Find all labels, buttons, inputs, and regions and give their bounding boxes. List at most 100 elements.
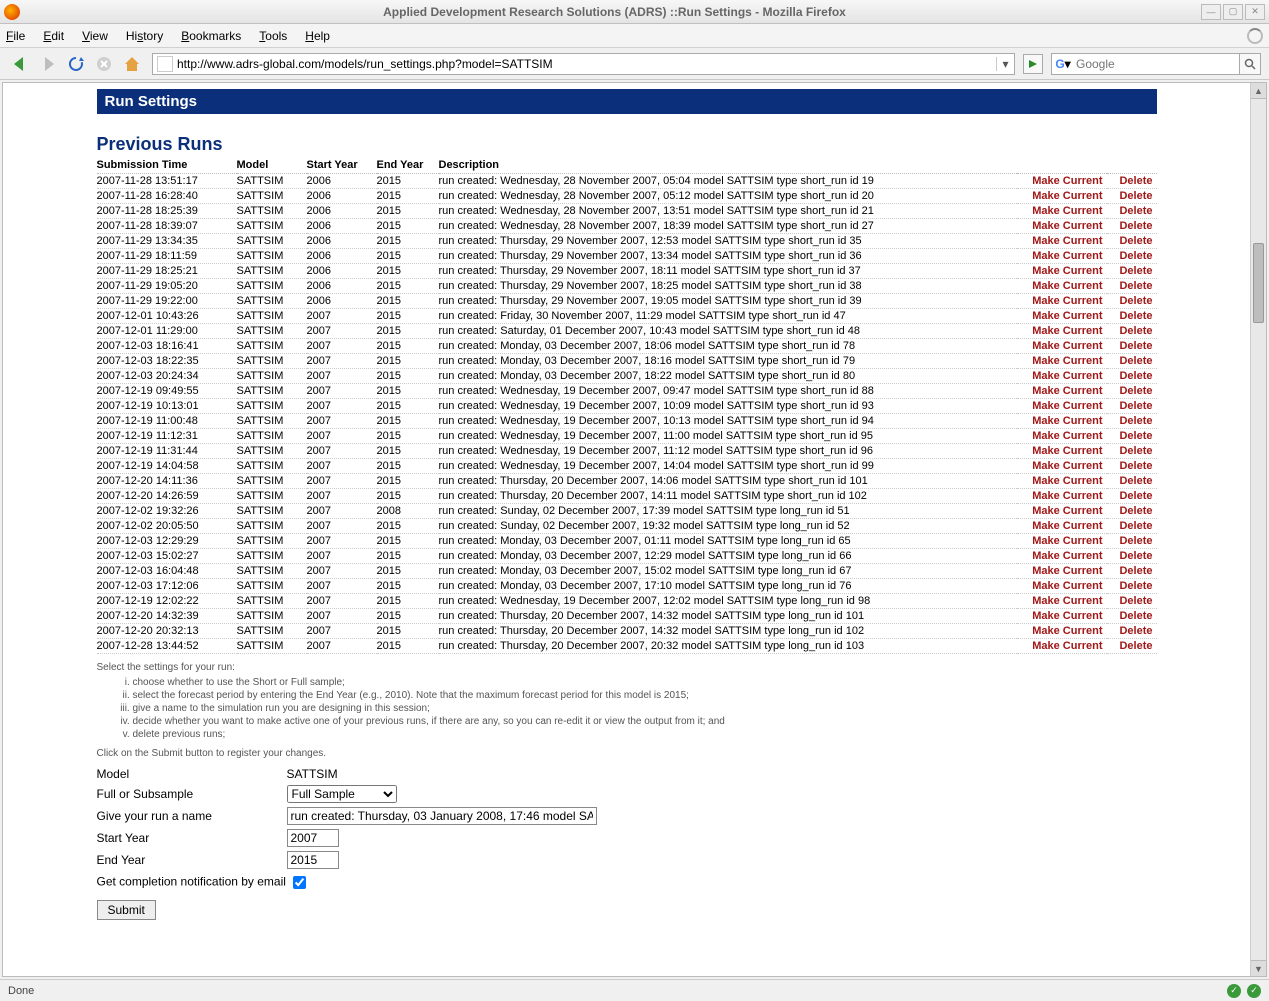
delete-link[interactable]: Delete xyxy=(1107,204,1157,219)
submit-button[interactable]: Submit xyxy=(97,900,156,920)
cell-model: SATTSIM xyxy=(237,189,307,204)
delete-link[interactable]: Delete xyxy=(1107,324,1157,339)
make-current-link[interactable]: Make Current xyxy=(1017,504,1107,519)
delete-link[interactable]: Delete xyxy=(1107,579,1157,594)
scroll-thumb[interactable] xyxy=(1253,243,1264,323)
cell-submission: 2007-12-19 09:49:55 xyxy=(97,384,237,399)
make-current-link[interactable]: Make Current xyxy=(1017,414,1107,429)
delete-link[interactable]: Delete xyxy=(1107,489,1157,504)
delete-link[interactable]: Delete xyxy=(1107,369,1157,384)
delete-link[interactable]: Delete xyxy=(1107,249,1157,264)
delete-link[interactable]: Delete xyxy=(1107,534,1157,549)
make-current-link[interactable]: Make Current xyxy=(1017,309,1107,324)
close-button[interactable]: ✕ xyxy=(1245,4,1265,20)
go-button[interactable] xyxy=(1023,54,1043,74)
delete-link[interactable]: Delete xyxy=(1107,309,1157,324)
menu-bookmarks[interactable]: Bookmarks xyxy=(181,29,241,43)
delete-link[interactable]: Delete xyxy=(1107,174,1157,189)
delete-link[interactable]: Delete xyxy=(1107,519,1157,534)
make-current-link[interactable]: Make Current xyxy=(1017,384,1107,399)
vertical-scrollbar[interactable]: ▲ ▼ xyxy=(1250,83,1266,976)
make-current-link[interactable]: Make Current xyxy=(1017,459,1107,474)
make-current-link[interactable]: Make Current xyxy=(1017,189,1107,204)
url-dropdown-button[interactable]: ▾ xyxy=(996,57,1014,71)
make-current-link[interactable]: Make Current xyxy=(1017,399,1107,414)
make-current-link[interactable]: Make Current xyxy=(1017,444,1107,459)
make-current-link[interactable]: Make Current xyxy=(1017,354,1107,369)
delete-link[interactable]: Delete xyxy=(1107,219,1157,234)
notify-checkbox[interactable] xyxy=(293,876,306,889)
reload-button[interactable] xyxy=(64,52,88,76)
scroll-up-button[interactable]: ▲ xyxy=(1251,83,1266,99)
delete-link[interactable]: Delete xyxy=(1107,504,1157,519)
make-current-link[interactable]: Make Current xyxy=(1017,489,1107,504)
delete-link[interactable]: Delete xyxy=(1107,354,1157,369)
make-current-link[interactable]: Make Current xyxy=(1017,249,1107,264)
scroll-down-button[interactable]: ▼ xyxy=(1251,960,1266,976)
delete-link[interactable]: Delete xyxy=(1107,639,1157,654)
delete-link[interactable]: Delete xyxy=(1107,339,1157,354)
run-name-input[interactable] xyxy=(287,807,597,825)
menu-edit[interactable]: Edit xyxy=(43,29,64,43)
home-button[interactable] xyxy=(120,52,144,76)
menu-file[interactable]: File xyxy=(6,29,25,43)
delete-link[interactable]: Delete xyxy=(1107,609,1157,624)
stop-button[interactable] xyxy=(92,52,116,76)
search-button[interactable] xyxy=(1239,53,1261,75)
delete-link[interactable]: Delete xyxy=(1107,429,1157,444)
menu-history[interactable]: History xyxy=(126,29,163,43)
make-current-link[interactable]: Make Current xyxy=(1017,519,1107,534)
make-current-link[interactable]: Make Current xyxy=(1017,174,1107,189)
delete-link[interactable]: Delete xyxy=(1107,459,1157,474)
delete-link[interactable]: Delete xyxy=(1107,414,1157,429)
make-current-link[interactable]: Make Current xyxy=(1017,204,1107,219)
make-current-link[interactable]: Make Current xyxy=(1017,474,1107,489)
make-current-link[interactable]: Make Current xyxy=(1017,549,1107,564)
make-current-link[interactable]: Make Current xyxy=(1017,579,1107,594)
menu-help[interactable]: Help xyxy=(305,29,330,43)
make-current-link[interactable]: Make Current xyxy=(1017,369,1107,384)
delete-link[interactable]: Delete xyxy=(1107,264,1157,279)
delete-link[interactable]: Delete xyxy=(1107,279,1157,294)
make-current-link[interactable]: Make Current xyxy=(1017,429,1107,444)
make-current-link[interactable]: Make Current xyxy=(1017,639,1107,654)
forward-button[interactable] xyxy=(36,52,60,76)
delete-link[interactable]: Delete xyxy=(1107,474,1157,489)
make-current-link[interactable]: Make Current xyxy=(1017,624,1107,639)
make-current-link[interactable]: Make Current xyxy=(1017,534,1107,549)
url-bar[interactable]: ▾ xyxy=(152,53,1015,75)
delete-link[interactable]: Delete xyxy=(1107,399,1157,414)
back-button[interactable] xyxy=(8,52,32,76)
delete-link[interactable]: Delete xyxy=(1107,624,1157,639)
delete-link[interactable]: Delete xyxy=(1107,564,1157,579)
delete-link[interactable]: Delete xyxy=(1107,594,1157,609)
menu-tools[interactable]: Tools xyxy=(259,29,287,43)
delete-link[interactable]: Delete xyxy=(1107,294,1157,309)
make-current-link[interactable]: Make Current xyxy=(1017,609,1107,624)
search-input[interactable] xyxy=(1074,56,1240,72)
sample-select[interactable]: Full Sample xyxy=(287,785,397,803)
minimize-button[interactable]: — xyxy=(1201,4,1221,20)
make-current-link[interactable]: Make Current xyxy=(1017,594,1107,609)
google-engine-icon[interactable]: G▾ xyxy=(1055,56,1071,72)
start-year-input[interactable] xyxy=(287,829,339,847)
delete-link[interactable]: Delete xyxy=(1107,549,1157,564)
make-current-link[interactable]: Make Current xyxy=(1017,234,1107,249)
delete-link[interactable]: Delete xyxy=(1107,189,1157,204)
maximize-button[interactable]: ▢ xyxy=(1223,4,1243,20)
delete-link[interactable]: Delete xyxy=(1107,444,1157,459)
end-year-input[interactable] xyxy=(287,851,339,869)
make-current-link[interactable]: Make Current xyxy=(1017,279,1107,294)
make-current-link[interactable]: Make Current xyxy=(1017,324,1107,339)
cell-submission: 2007-12-03 16:04:48 xyxy=(97,564,237,579)
search-box[interactable]: G▾ xyxy=(1051,53,1261,75)
url-input[interactable] xyxy=(177,54,996,74)
make-current-link[interactable]: Make Current xyxy=(1017,264,1107,279)
make-current-link[interactable]: Make Current xyxy=(1017,294,1107,309)
menu-view[interactable]: View xyxy=(82,29,108,43)
make-current-link[interactable]: Make Current xyxy=(1017,339,1107,354)
make-current-link[interactable]: Make Current xyxy=(1017,564,1107,579)
delete-link[interactable]: Delete xyxy=(1107,384,1157,399)
make-current-link[interactable]: Make Current xyxy=(1017,219,1107,234)
delete-link[interactable]: Delete xyxy=(1107,234,1157,249)
